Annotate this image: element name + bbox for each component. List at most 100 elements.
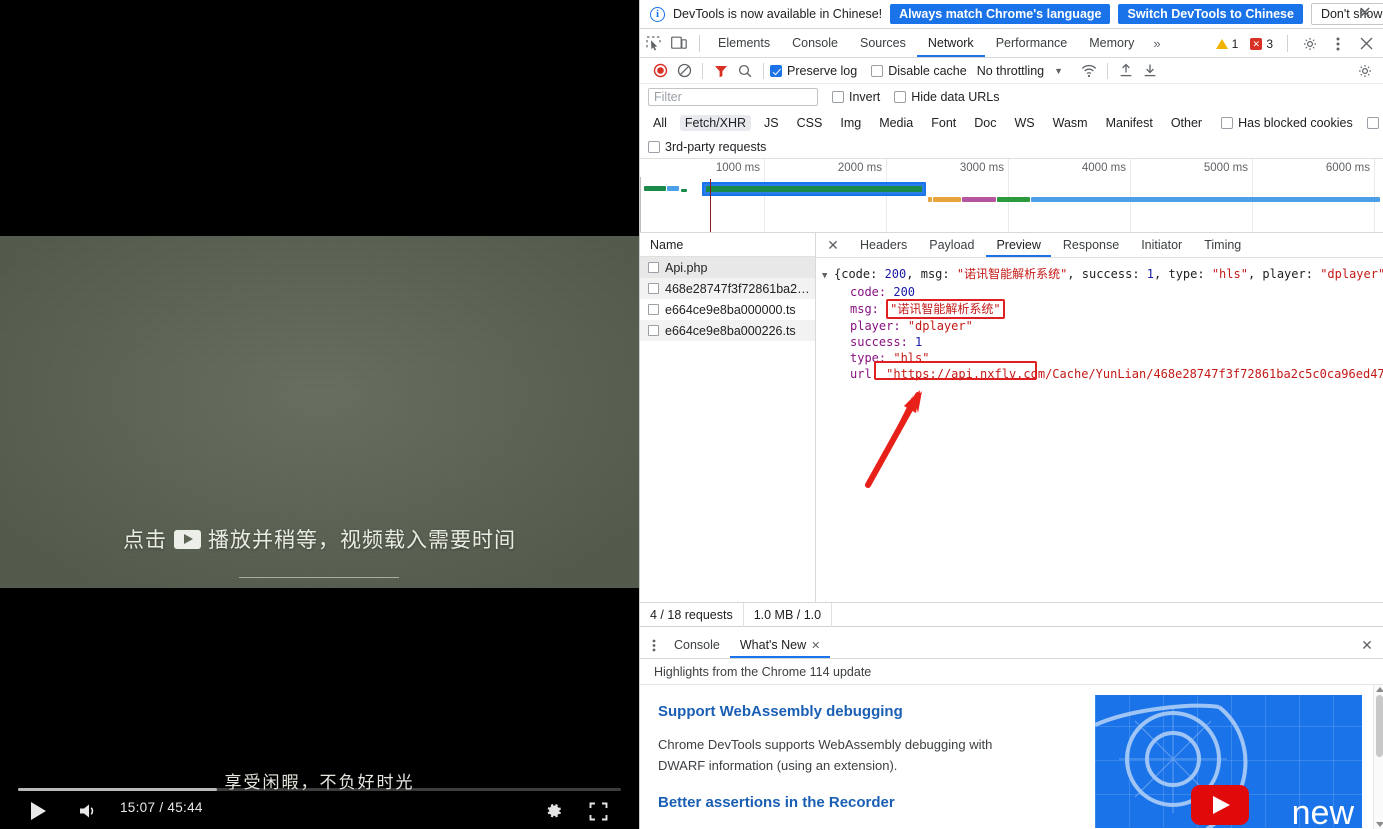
type-chip-ws[interactable]: WS	[1009, 115, 1039, 131]
search-icon[interactable]	[733, 59, 757, 83]
switch-devtools-language-button[interactable]: Switch DevTools to Chinese	[1118, 4, 1302, 24]
json-value-type: "hls"	[893, 351, 929, 365]
table-row[interactable]: 468e28747f3f72861ba2c5...	[640, 278, 815, 299]
blocked-requests-checkbox[interactable]: Blocked Requests	[1367, 116, 1383, 130]
close-devtools-icon[interactable]	[1353, 31, 1379, 57]
devtools-drawer: Console What's New✕ ✕ Highlights from th…	[640, 632, 1383, 829]
invert-checkbox[interactable]: Invert	[832, 90, 880, 104]
table-row[interactable]: e664ce9e8ba000000.ts	[640, 299, 815, 320]
request-checkbox[interactable]	[648, 304, 659, 315]
whats-new-body-1: Chrome DevTools supports WebAssembly deb…	[658, 734, 1038, 776]
export-har-icon[interactable]	[1138, 59, 1162, 83]
tab-network[interactable]: Network	[917, 29, 985, 57]
expand-caret-icon[interactable]: ▼	[822, 268, 834, 284]
scroll-up-icon[interactable]	[1376, 687, 1383, 692]
info-icon: i	[650, 7, 665, 22]
request-checkbox[interactable]	[648, 262, 659, 273]
gear-icon[interactable]	[541, 796, 567, 826]
scroll-down-icon[interactable]	[1376, 822, 1383, 827]
overview-bar	[1031, 197, 1380, 202]
request-name: e664ce9e8ba000000.ts	[665, 303, 796, 317]
overview-gridline	[764, 159, 765, 233]
type-chip-font[interactable]: Font	[926, 115, 961, 131]
type-chip-js[interactable]: JS	[759, 115, 784, 131]
network-settings-gear-icon[interactable]	[1353, 59, 1377, 83]
clear-icon[interactable]	[672, 59, 696, 83]
tab-initiator[interactable]: Initiator	[1131, 233, 1192, 257]
has-blocked-cookies-label: Has blocked cookies	[1238, 116, 1353, 130]
drawer-tab-whats-new-label: What's New	[740, 638, 806, 652]
has-blocked-cookies-checkbox[interactable]: Has blocked cookies	[1221, 116, 1353, 130]
tab-console[interactable]: Console	[781, 29, 849, 57]
filter-input[interactable]	[648, 88, 818, 106]
throttling-select[interactable]: No throttling	[977, 64, 1044, 78]
volume-icon[interactable]	[76, 796, 102, 826]
disable-cache-box	[871, 65, 883, 77]
type-chip-fetch-xhr[interactable]: Fetch/XHR	[680, 115, 751, 131]
network-status-bar: 4 / 18 requests 1.0 MB / 1.0	[640, 603, 1383, 627]
video-overlay-hint: 点击播放并稍等，视频载入需要时间	[0, 524, 639, 554]
inspect-element-icon[interactable]	[640, 30, 666, 56]
video-surface[interactable]: 点击播放并稍等，视频载入需要时间 享受闲暇，不负好时光	[0, 236, 639, 588]
warning-count-badge[interactable]: 1	[1211, 36, 1244, 52]
close-drawer-icon[interactable]: ✕	[1358, 636, 1376, 654]
whats-new-thumbnail[interactable]: new	[1095, 695, 1362, 828]
play-icon[interactable]	[27, 796, 49, 826]
device-toolbar-icon[interactable]	[666, 30, 692, 56]
overview-marker-line	[710, 179, 711, 233]
type-chip-doc[interactable]: Doc	[969, 115, 1001, 131]
overview-selection[interactable]	[702, 182, 926, 196]
tab-performance[interactable]: Performance	[985, 29, 1079, 57]
video-player[interactable]: 点击播放并稍等，视频载入需要时间 享受闲暇，不负好时光 15:07 /	[0, 0, 639, 829]
tab-headers[interactable]: Headers	[850, 233, 917, 257]
filter-funnel-icon[interactable]	[709, 59, 733, 83]
request-name: 468e28747f3f72861ba2c5...	[665, 282, 815, 296]
type-chip-other[interactable]: Other	[1166, 115, 1207, 131]
scrollbar-thumb[interactable]	[1376, 695, 1383, 757]
table-row[interactable]: Api.php	[640, 257, 815, 278]
network-overview-timeline[interactable]: 1000 ms 2000 ms 3000 ms 4000 ms 5000 ms …	[640, 159, 1383, 233]
tab-payload[interactable]: Payload	[919, 233, 984, 257]
type-chip-all[interactable]: All	[648, 115, 672, 131]
import-har-icon[interactable]	[1114, 59, 1138, 83]
play-button-icon	[1191, 785, 1249, 825]
settings-gear-icon[interactable]	[1297, 31, 1323, 57]
close-icon[interactable]: ✕	[811, 640, 820, 652]
tab-timing[interactable]: Timing	[1194, 233, 1251, 257]
type-chip-manifest[interactable]: Manifest	[1101, 115, 1158, 131]
more-tabs-icon[interactable]: »	[1145, 36, 1168, 51]
type-chip-wasm[interactable]: Wasm	[1048, 115, 1093, 131]
disable-cache-checkbox[interactable]: Disable cache	[871, 64, 967, 78]
table-row[interactable]: e664ce9e8ba000226.ts	[640, 320, 815, 341]
close-icon[interactable]: ✕	[1355, 4, 1375, 24]
chevron-down-icon[interactable]: ▼	[1054, 66, 1063, 76]
type-chip-img[interactable]: Img	[835, 115, 866, 131]
request-checkbox[interactable]	[648, 325, 659, 336]
error-count-badge[interactable]: ✕ 3	[1245, 36, 1278, 52]
close-detail-icon[interactable]: ✕	[822, 234, 844, 256]
tab-preview[interactable]: Preview	[986, 233, 1050, 257]
network-conditions-icon[interactable]	[1077, 59, 1101, 83]
json-summary-line[interactable]: ▼{code: 200, msg: "诺讯智能解析系统", success: 1…	[822, 266, 1383, 284]
record-icon[interactable]	[648, 59, 672, 83]
third-party-requests-checkbox[interactable]: 3rd-party requests	[648, 140, 766, 154]
type-chip-css[interactable]: CSS	[792, 115, 828, 131]
more-options-icon[interactable]	[1325, 31, 1351, 57]
network-toolbar: Preserve log Disable cache No throttling…	[640, 58, 1383, 84]
drawer-more-icon[interactable]	[644, 634, 664, 656]
drawer-tab-whats-new[interactable]: What's New ✕	[730, 632, 831, 658]
tab-sources[interactable]: Sources	[849, 29, 917, 57]
tab-memory[interactable]: Memory	[1078, 29, 1145, 57]
fullscreen-icon[interactable]	[585, 796, 611, 826]
request-checkbox[interactable]	[648, 283, 659, 294]
type-chip-media[interactable]: Media	[874, 115, 918, 131]
drawer-scrollbar[interactable]	[1373, 685, 1383, 829]
tab-elements[interactable]: Elements	[707, 29, 781, 57]
drawer-tab-console[interactable]: Console	[664, 632, 730, 658]
hide-data-urls-checkbox[interactable]: Hide data URLs	[894, 90, 999, 104]
json-preview[interactable]: ▼{code: 200, msg: "诺讯智能解析系统", success: 1…	[816, 258, 1383, 382]
preserve-log-checkbox[interactable]: Preserve log	[770, 64, 857, 78]
request-list-header[interactable]: Name	[640, 233, 815, 257]
always-match-language-button[interactable]: Always match Chrome's language	[890, 4, 1110, 24]
tab-response[interactable]: Response	[1053, 233, 1129, 257]
